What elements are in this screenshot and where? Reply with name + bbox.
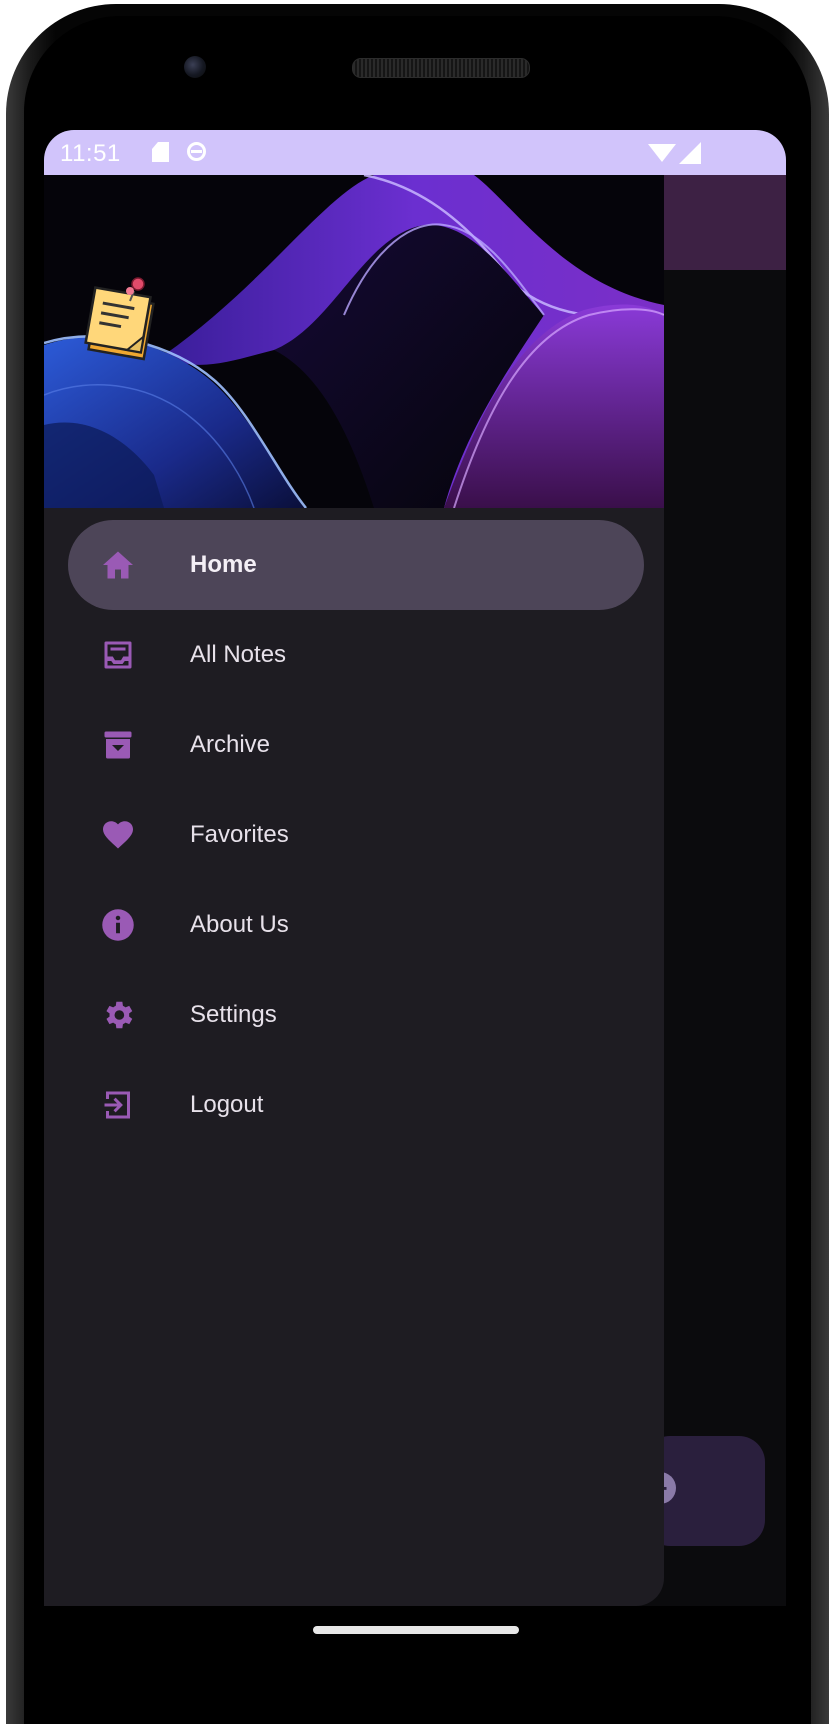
archive-icon — [104, 731, 132, 759]
gear-icon — [106, 1001, 133, 1029]
menu-item-about-us[interactable]: About Us — [68, 880, 644, 970]
menu-item-label: About Us — [190, 911, 289, 938]
menu-item-label: Favorites — [190, 821, 289, 848]
wifi-icon — [648, 144, 676, 162]
sticky-note-icon — [84, 277, 155, 361]
menu-item-all-notes[interactable]: All Notes — [68, 610, 644, 700]
heart-icon — [103, 821, 133, 849]
sd-card-icon — [152, 142, 169, 162]
menu-item-label: Logout — [190, 1091, 264, 1118]
debug-icon — [187, 142, 206, 161]
menu-item-home[interactable]: Home — [68, 520, 644, 610]
logout-icon — [104, 1091, 130, 1119]
screen: 11:51 + — [44, 130, 786, 1606]
menu-item-label: Home — [190, 551, 257, 578]
inbox-icon — [104, 641, 132, 669]
info-icon — [102, 909, 134, 941]
status-time: 11:51 — [60, 140, 121, 167]
navigation-drawer: Home All Notes Archive Favorites About U… — [44, 175, 664, 1606]
status-bar: 11:51 — [44, 130, 786, 175]
menu-item-logout[interactable]: Logout — [68, 1060, 644, 1150]
drawer-header — [44, 175, 664, 508]
menu-item-favorites[interactable]: Favorites — [68, 790, 644, 880]
phone-frame: 11:51 + — [0, 0, 835, 1724]
menu-item-label: Archive — [190, 731, 271, 758]
home-icon — [103, 551, 133, 579]
home-gesture-bar[interactable] — [313, 1626, 519, 1634]
menu-item-label: All Notes — [190, 641, 287, 668]
menu-item-archive[interactable]: Archive — [68, 700, 644, 790]
app-bar-behind-drawer — [664, 175, 786, 270]
menu-item-settings[interactable]: Settings — [68, 970, 644, 1060]
signal-icon — [679, 142, 701, 164]
front-camera-icon — [184, 56, 206, 78]
earpiece-speaker — [352, 58, 530, 78]
menu-item-label: Settings — [190, 1001, 277, 1028]
